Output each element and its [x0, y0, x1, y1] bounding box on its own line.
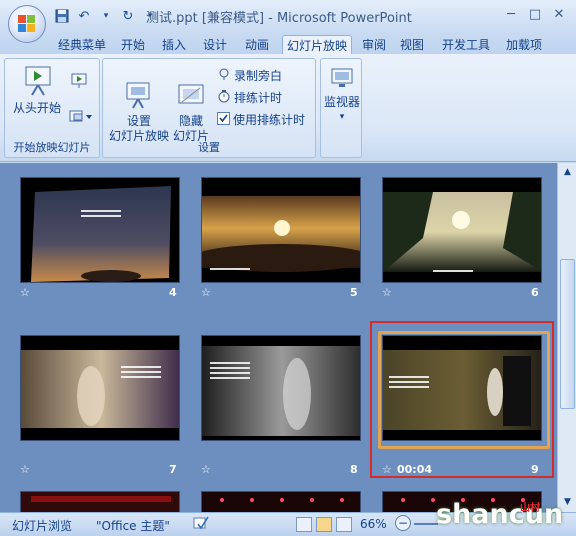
quick-access-toolbar: ↶ ▾ ↻ ▾: [54, 6, 158, 26]
slide-sorter: ☆ 4 ☆ 5 ☆ 6 ☆ 7 ☆ 8 ☆ 00:04 9: [0, 163, 557, 512]
zoom-slider-track[interactable]: [414, 523, 438, 525]
slide-number: 5: [350, 286, 358, 299]
hide-slide-icon: [178, 84, 204, 104]
slide-number: 8: [350, 463, 358, 476]
tab-insert[interactable]: 插入: [158, 35, 190, 54]
microphone-icon: [217, 67, 231, 84]
slide-transition-icon[interactable]: ☆: [201, 286, 211, 299]
zoom-out-button[interactable]: −: [395, 515, 411, 531]
selection-highlight: [370, 321, 554, 478]
slide-thumbnail[interactable]: [20, 177, 180, 283]
record-narration-button[interactable]: 录制旁白: [217, 67, 282, 84]
group-setup-label: 设置: [198, 141, 220, 154]
scroll-thumb[interactable]: [560, 259, 575, 409]
slide-transition-icon[interactable]: ☆: [20, 463, 30, 476]
stopwatch-icon: [217, 89, 231, 106]
close-button[interactable]: ✕: [548, 4, 570, 24]
tab-home[interactable]: 开始: [117, 35, 149, 54]
slide-4-image: [31, 186, 171, 282]
tab-animations[interactable]: 动画: [241, 35, 273, 54]
ribbon: 从头开始 开始放映幻灯片 设置 幻灯片放映 隐藏 幻灯片 录制旁白 排练计时 使…: [0, 54, 576, 162]
record-narration-label: 录制旁白: [234, 69, 283, 83]
slide-8-image: [202, 346, 360, 436]
undo-dropdown-icon[interactable]: ▾: [98, 8, 114, 24]
maximize-button[interactable]: □: [524, 4, 546, 24]
watermark-logo: shancun: [436, 499, 564, 530]
spell-check-icon[interactable]: [192, 515, 210, 534]
slide-show-view-icon[interactable]: [336, 517, 352, 532]
group-setup: 设置 幻灯片放映 隐藏 幻灯片 录制旁白 排练计时 使用排练计时 设置: [102, 58, 316, 158]
slide-7-image: [21, 350, 179, 428]
tab-review[interactable]: 审阅: [358, 35, 390, 54]
tab-add-ins[interactable]: 加载项: [502, 35, 546, 54]
tab-view[interactable]: 视图: [396, 35, 428, 54]
monitors-label: 监视器: [323, 95, 360, 109]
slide-number: 7: [169, 463, 177, 476]
slide-thumbnail[interactable]: [201, 177, 361, 283]
from-current-slide-icon[interactable]: [71, 73, 89, 92]
slide-number: 4: [169, 286, 177, 299]
monitors-button[interactable]: 监视器 ▾: [322, 65, 362, 125]
theme-label: "Office 主题": [96, 519, 170, 533]
slide-number: 6: [531, 286, 539, 299]
minimize-button[interactable]: ─: [500, 4, 522, 24]
play-from-start-icon: [25, 66, 51, 96]
zoom-level[interactable]: 66%: [360, 517, 387, 531]
tab-classic-menu[interactable]: 经典菜单: [54, 35, 110, 54]
slide-transition-icon[interactable]: ☆: [201, 463, 211, 476]
window-title: 测试.ppt [兼容模式] - Microsoft PowerPoint: [146, 11, 412, 26]
slide-thumbnail[interactable]: [201, 335, 361, 441]
setup-show-icon: [126, 82, 150, 109]
slide-transition-icon[interactable]: ☆: [20, 286, 30, 299]
undo-icon[interactable]: ↶: [76, 8, 92, 24]
group-start-label: 开始放映幻灯片: [13, 141, 91, 154]
office-button[interactable]: [8, 5, 46, 43]
from-beginning-button[interactable]: 从头开始: [9, 63, 65, 116]
monitors-dropdown-icon: ▾: [339, 112, 345, 122]
slide-transition-icon[interactable]: ☆: [382, 286, 392, 299]
slide-thumbnail[interactable]: [382, 177, 542, 283]
rehearse-timings-label: 排练计时: [234, 91, 283, 105]
monitor-icon: [331, 68, 353, 87]
slide-sorter-view-icon[interactable]: [316, 517, 332, 532]
rehearse-timings-button[interactable]: 排练计时: [217, 89, 282, 106]
redo-icon[interactable]: ↻: [120, 8, 136, 24]
tab-slide-show[interactable]: 幻灯片放映: [282, 35, 353, 54]
custom-slide-show-icon[interactable]: [69, 109, 93, 128]
normal-view-icon[interactable]: [296, 517, 312, 532]
save-icon[interactable]: [54, 8, 70, 24]
ribbon-tabs: 经典菜单 开始 插入 设计 动画 幻灯片放映 审阅 视图 开发工具 加载项: [0, 32, 576, 54]
view-mode-label: 幻灯片浏览: [12, 519, 73, 533]
tab-design[interactable]: 设计: [199, 35, 231, 54]
use-rehearsed-timings-checkbox[interactable]: 使用排练计时: [217, 111, 305, 128]
group-monitors: 监视器 ▾: [320, 58, 362, 158]
tab-developer[interactable]: 开发工具: [438, 35, 494, 54]
office-logo-icon: [18, 15, 36, 33]
scroll-up-icon[interactable]: ▲: [560, 165, 575, 180]
slide-10-image: [21, 492, 179, 512]
checkbox-checked-icon[interactable]: [217, 111, 230, 128]
slide-11-image: [202, 492, 360, 512]
window-controls: ─ □ ✕: [500, 4, 570, 24]
slide-thumbnail[interactable]: [20, 335, 180, 441]
slide-thumbnail[interactable]: [201, 491, 361, 512]
vertical-scrollbar[interactable]: ▲ ▼: [557, 163, 576, 512]
use-rehearsed-timings-label: 使用排练计时: [233, 113, 306, 127]
watermark-sub-logo: 山村: [520, 503, 540, 514]
title-bar: ↶ ▾ ↻ ▾ 测试.ppt [兼容模式] - Microsoft PowerP…: [0, 0, 576, 32]
from-beginning-label: 从头开始: [12, 101, 61, 115]
group-start-slide-show: 从头开始 开始放映幻灯片: [4, 58, 100, 158]
slide-thumbnail[interactable]: [20, 491, 180, 512]
slide-6-image: [383, 192, 541, 272]
